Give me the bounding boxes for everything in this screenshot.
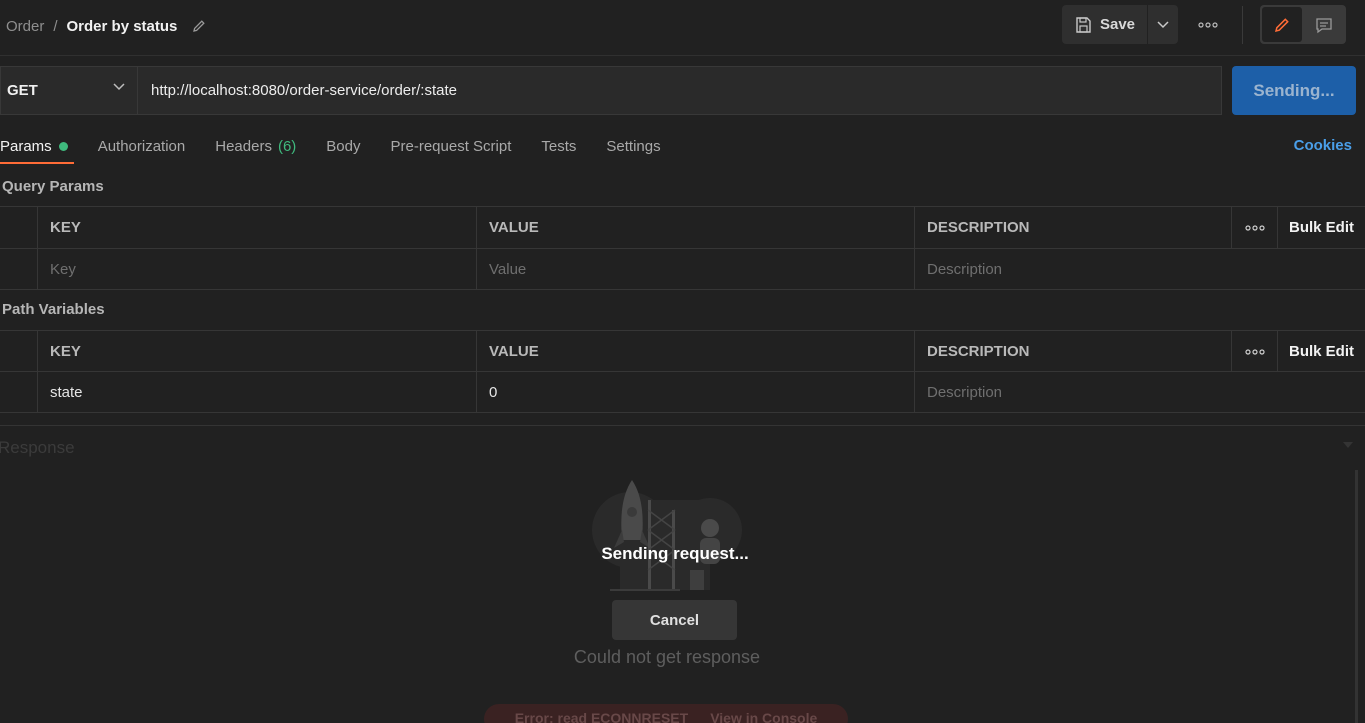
tab-body-label: Body <box>326 137 361 155</box>
sending-request-text: Sending request... <box>601 544 749 563</box>
tab-headers-label: Headers <box>215 137 272 155</box>
column-header-value: VALUE <box>476 207 915 248</box>
query-param-row: Key Value Description <box>0 248 1365 290</box>
bulk-edit-button[interactable]: Bulk Edit <box>1277 331 1365 372</box>
tab-params-label: Params <box>0 137 52 155</box>
column-header-key: KEY <box>37 331 477 372</box>
params-active-dot <box>58 141 68 151</box>
rocket-launch-illustration <box>592 480 742 591</box>
path-variable-value-input[interactable]: 0 <box>476 372 915 413</box>
tab-settings-label: Settings <box>606 137 661 155</box>
ellipsis-icon <box>1245 348 1265 355</box>
method-label: GET <box>7 82 38 99</box>
ellipsis-icon <box>1198 22 1218 28</box>
tab-params[interactable]: Params <box>0 128 74 164</box>
path-variables-header-row: KEY VALUE DESCRIPTION Bulk Edit <box>0 330 1365 372</box>
cancel-request-button[interactable]: Cancel <box>612 600 737 640</box>
ellipsis-icon <box>1245 224 1265 231</box>
edit-mode-button[interactable] <box>1262 7 1302 42</box>
query-params-header-row: KEY VALUE DESCRIPTION Bulk Edit <box>0 206 1365 248</box>
column-header-description: DESCRIPTION <box>914 331 1232 372</box>
tab-pre-request-label: Pre-request Script <box>390 137 512 155</box>
column-header-value: VALUE <box>476 331 915 372</box>
query-params-title: Query Params <box>2 178 104 195</box>
column-header-description: DESCRIPTION <box>914 207 1232 248</box>
column-header-key: KEY <box>37 207 477 248</box>
tab-body[interactable]: Body <box>326 128 360 164</box>
column-options-button[interactable] <box>1231 331 1278 372</box>
tab-settings[interactable]: Settings <box>606 128 660 164</box>
breadcrumb-collection[interactable]: Order <box>6 18 44 35</box>
key-input[interactable]: Key <box>37 249 477 290</box>
edit-name-pencil-icon[interactable] <box>191 18 207 34</box>
url-input[interactable]: http://localhost:8080/order-service/orde… <box>137 66 1222 115</box>
request-name[interactable]: Order by status <box>67 18 178 35</box>
save-button[interactable]: Save <box>1062 5 1147 44</box>
save-label: Save <box>1099 16 1136 33</box>
tab-headers[interactable]: Headers (6) <box>215 128 296 164</box>
view-mode-toggle <box>1260 5 1346 44</box>
error-text: Error: read ECONNRESET <box>514 710 689 723</box>
pencil-icon <box>1274 17 1289 32</box>
header-divider <box>0 55 1365 56</box>
description-input[interactable]: Description <box>914 249 1365 290</box>
path-variable-row: state 0 Description <box>0 371 1365 413</box>
tab-pre-request-script[interactable]: Pre-request Script <box>391 128 512 164</box>
more-actions-button[interactable] <box>1193 14 1223 36</box>
tab-authorization-label: Authorization <box>97 137 186 155</box>
headers-count-badge: (6) <box>277 137 297 155</box>
error-banner: Error: read ECONNRESET View in Console <box>484 704 848 723</box>
bulk-edit-button[interactable]: Bulk Edit <box>1277 207 1365 248</box>
response-title: Response <box>0 438 75 457</box>
response-divider[interactable] <box>0 425 1365 426</box>
value-input[interactable]: Value <box>476 249 915 290</box>
collapse-caret-icon[interactable] <box>1343 441 1353 449</box>
request-header: Order / Order by status Save <box>0 0 1365 52</box>
view-in-console-link[interactable]: View in Console <box>710 710 817 723</box>
save-options-button[interactable] <box>1148 5 1178 44</box>
path-variables-title: Path Variables <box>2 301 105 318</box>
chevron-down-icon <box>1157 20 1169 28</box>
tab-authorization[interactable]: Authorization <box>98 128 186 164</box>
send-button[interactable]: Sending... <box>1232 66 1356 115</box>
toolbar-divider <box>1242 6 1243 44</box>
response-scrollbar[interactable] <box>1355 470 1358 723</box>
description-input[interactable]: Description <box>914 372 1365 413</box>
save-icon <box>1076 16 1091 33</box>
chevron-down-icon <box>113 83 125 91</box>
url-text: http://localhost:8080/order-service/orde… <box>151 82 457 99</box>
tab-tests-label: Tests <box>541 137 577 155</box>
comment-icon <box>1316 17 1332 33</box>
column-options-button[interactable] <box>1231 207 1278 248</box>
breadcrumb: Order / Order by status <box>6 0 207 52</box>
comments-button[interactable] <box>1304 7 1344 42</box>
tab-tests[interactable]: Tests <box>541 128 576 164</box>
method-select[interactable]: GET <box>0 66 137 115</box>
breadcrumb-separator: / <box>53 17 58 35</box>
path-variable-key[interactable]: state <box>37 372 477 413</box>
could-not-get-response-text: Could not get response <box>573 647 761 667</box>
request-tabs: Params Authorization Headers (6) Body Pr… <box>0 128 691 164</box>
cookies-link[interactable]: Cookies <box>1294 137 1352 154</box>
